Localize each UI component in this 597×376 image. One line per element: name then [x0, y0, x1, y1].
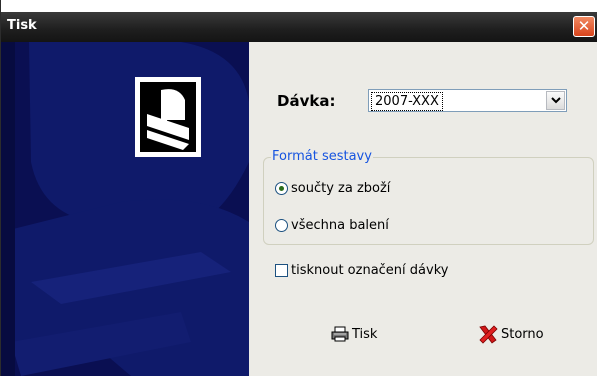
batch-dropdown-button[interactable]: [546, 91, 565, 110]
cancel-button[interactable]: Storno: [478, 320, 544, 348]
radio-selected-dot: [279, 185, 284, 191]
print-dialog: Tisk ✕ Dávka: 2007-XXX Formát sestavy so…: [0, 0, 597, 376]
batch-label: Dávka:: [277, 92, 336, 110]
batch-select-value: 2007-XXX: [371, 92, 443, 111]
cancel-button-label: Storno: [501, 326, 544, 342]
radio-button[interactable]: [275, 181, 288, 195]
chevron-down-icon: [550, 97, 561, 104]
side-banner-graphic: [1, 42, 249, 376]
radio-label: všechna balení: [291, 217, 389, 233]
radio-label: součty za zboží: [291, 180, 391, 196]
top-strip: [1, 0, 597, 12]
close-button[interactable]: ✕: [573, 16, 595, 37]
printer-icon: [331, 326, 349, 342]
checkbox-label: tisknout označení dávky: [291, 262, 449, 278]
print-button-label: Tisk: [352, 326, 378, 342]
window-title: Tisk: [7, 18, 37, 33]
side-banner: [1, 42, 249, 376]
print-batch-mark-checkbox-row[interactable]: tisknout označení dávky: [275, 261, 448, 279]
print-button[interactable]: Tisk: [331, 320, 377, 348]
batch-select[interactable]: 2007-XXX: [368, 89, 567, 112]
app-logo-icon: [135, 77, 201, 157]
radio-option-totals[interactable]: součty za zboží: [275, 179, 390, 197]
radio-button[interactable]: [275, 218, 288, 232]
red-x-icon: [478, 324, 498, 344]
title-bar[interactable]: Tisk ✕: [1, 12, 597, 42]
report-format-title: Formát sestavy: [271, 149, 373, 164]
dialog-content: Dávka: 2007-XXX Formát sestavy součty za…: [249, 42, 597, 376]
close-icon: ✕: [577, 17, 591, 35]
radio-option-all-packages[interactable]: všechna balení: [275, 216, 389, 234]
print-batch-mark-checkbox[interactable]: [275, 263, 288, 277]
